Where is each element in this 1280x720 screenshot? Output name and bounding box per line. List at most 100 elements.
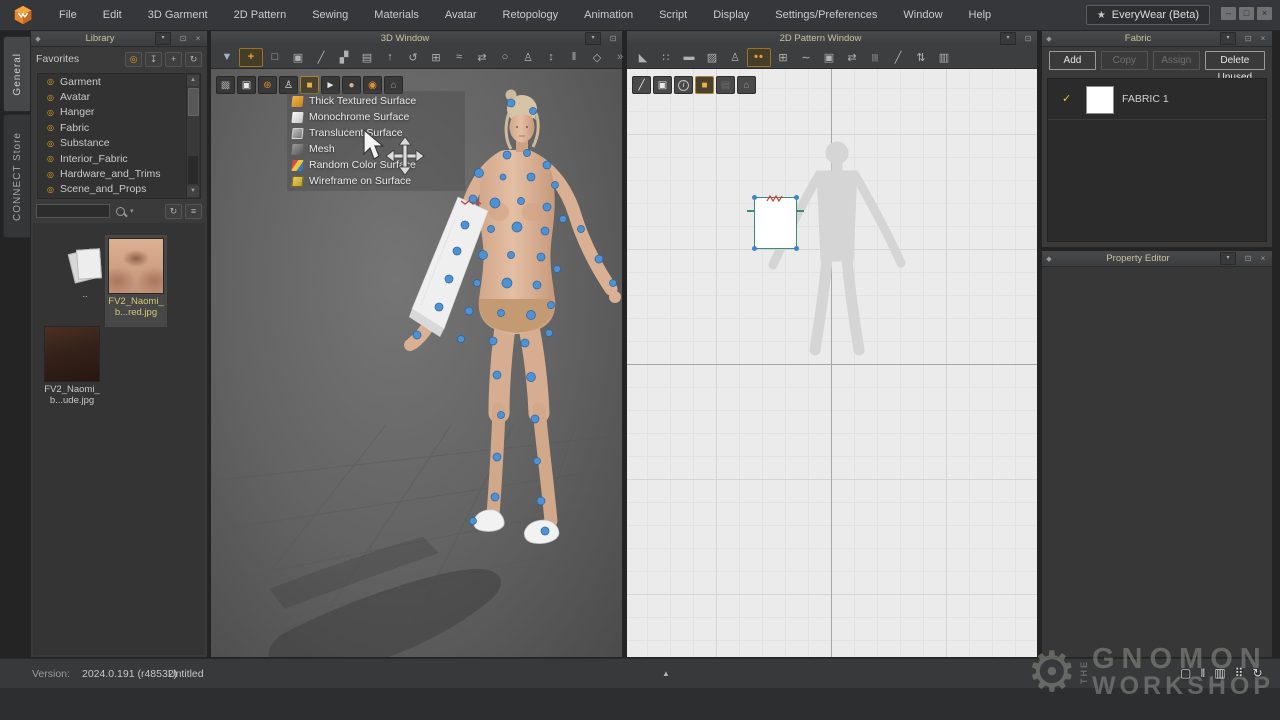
menu-item-mesh[interactable]: Mesh	[287, 141, 465, 157]
menu-item-translucent-surface[interactable]: Translucent Surface	[287, 125, 465, 141]
favorite-item-interior-fabric[interactable]: ◎Interior_Fabric	[38, 151, 200, 166]
collapse-panel-icon[interactable]: ▲	[662, 669, 670, 678]
favorite-item-substance[interactable]: ◎Substance	[38, 136, 200, 151]
favorite-item-hanger[interactable]: ◎Hanger	[38, 105, 200, 120]
select-garment-tool[interactable]: ▣	[287, 49, 309, 66]
file-item-selected[interactable]: FV2_Naomi_ b...red.jpg	[105, 235, 167, 327]
app-logo-icon[interactable]	[12, 4, 34, 26]
panel-pin-icon[interactable]: ◆	[1042, 35, 1056, 43]
file-item[interactable]: FV2_Naomi_ b...ude.jpg	[41, 323, 103, 415]
menu-materials[interactable]: Materials	[361, 0, 432, 30]
panel-pin-icon[interactable]: ◆	[1042, 255, 1056, 263]
add-favorite-icon[interactable]: +	[165, 52, 182, 67]
trace-avatar-tool[interactable]: ♙	[724, 49, 746, 66]
line-tool[interactable]: ╱	[887, 49, 909, 66]
pip-icon[interactable]: ▢	[1180, 666, 1191, 680]
menu-3d-garment[interactable]: 3D Garment	[135, 0, 221, 30]
pin-tool[interactable]: ╱	[310, 49, 332, 66]
mannequin-tool[interactable]: ♙	[517, 49, 539, 66]
pause-icon[interactable]: ‖	[1200, 666, 1205, 680]
sew-free-tool[interactable]: ▣	[818, 49, 840, 66]
image-trace-tool[interactable]: ▨	[701, 49, 723, 66]
select-move-tool[interactable]: +	[239, 48, 263, 67]
fabric-swatch[interactable]	[1086, 86, 1114, 114]
search-icon[interactable]	[116, 207, 125, 216]
pattern-mesh-2d-icon[interactable]: ▤	[716, 76, 735, 94]
steam-tool[interactable]: ○	[494, 49, 516, 66]
fabric-caret-icon[interactable]: ▾	[1220, 32, 1236, 45]
2d-window-caret-icon[interactable]: ▾	[1000, 32, 1016, 45]
copy-fabric-button[interactable]: Copy	[1101, 51, 1148, 70]
zipper-tool[interactable]: ⇅	[910, 49, 932, 66]
pattern-style-icon[interactable]: ⊛	[258, 76, 277, 94]
library-search-input[interactable]	[36, 204, 110, 218]
dark-garment-view-icon[interactable]: ▩	[216, 76, 235, 94]
library-caret-icon[interactable]: ▾	[155, 32, 171, 45]
favorite-item-avatar[interactable]: ◎Avatar	[38, 89, 200, 104]
sewing-tool[interactable]: ⇄	[471, 49, 493, 66]
favorite-item-hardware-and-trims[interactable]: ◎Hardware_and_Trims	[38, 166, 200, 181]
grid-snap-tool[interactable]: ⊞	[425, 49, 447, 66]
menu-item-random-color-surface[interactable]: Random Color Surface	[287, 157, 465, 173]
2d-viewport[interactable]: ╱ ▣ i ■ ▤ ⌂	[627, 69, 1037, 657]
pattern-corner-handle[interactable]	[794, 195, 799, 200]
maximize-button[interactable]: □	[1239, 7, 1254, 20]
menu-item-monochrome-surface[interactable]: Monochrome Surface	[287, 109, 465, 125]
panel-pin-icon[interactable]: ◆	[31, 35, 45, 43]
tack-tool[interactable]: ≈	[448, 49, 470, 66]
menu-item-thick-textured-surface[interactable]: Thick Textured Surface	[287, 93, 465, 109]
needle-tool-icon[interactable]: ╱	[632, 76, 651, 94]
scrollbar-thumb[interactable]	[188, 88, 199, 116]
tab-connect-store[interactable]: CONNECT Store	[3, 114, 30, 238]
grid-pattern-tool[interactable]: ⊞	[772, 49, 794, 66]
scale-tool[interactable]: ◇	[586, 49, 608, 66]
texture-thumbnail-red[interactable]	[108, 238, 164, 294]
pattern-piece-2d[interactable]	[754, 197, 797, 249]
property-editor-caret-icon[interactable]: ▾	[1220, 252, 1236, 265]
fabric-close-icon[interactable]: ×	[1257, 34, 1269, 43]
fabric-popout-icon[interactable]: ⊡	[1242, 34, 1254, 43]
menu-item-wireframe-on-surface[interactable]: Wireframe on Surface	[287, 173, 465, 189]
frames-icon[interactable]: ▥	[1214, 666, 1225, 680]
sew-segment-tool[interactable]: ⇄	[841, 49, 863, 66]
menu-help[interactable]: Help	[956, 0, 1005, 30]
refresh-favorites-icon[interactable]: ↻	[185, 52, 202, 67]
assign-fabric-button[interactable]: Assign	[1153, 51, 1200, 70]
scroll-down-icon[interactable]: ▼	[187, 186, 199, 197]
3d-window-popout-icon[interactable]: ⊡	[607, 34, 619, 43]
edit-texture-tool[interactable]: ••	[747, 48, 771, 67]
white-garment-view-icon[interactable]: ▣	[237, 76, 256, 94]
menu-sewing[interactable]: Sewing	[299, 0, 361, 30]
2d-window-popout-icon[interactable]: ⊡	[1022, 34, 1034, 43]
reset-arrangement-tool[interactable]: ↺	[402, 49, 424, 66]
simulate-tool[interactable]: ▼	[216, 49, 238, 66]
3d-viewport[interactable]: ▩ ▣ ⊛ ♙ ■ ► ● ◉ ⌂ Thick Textured Surface…	[211, 69, 622, 657]
close-button[interactable]: ×	[1257, 7, 1272, 20]
menu-settings-preferences[interactable]: Settings/Preferences	[762, 0, 890, 30]
scroll-up-icon[interactable]: ▲	[187, 75, 199, 86]
replay-icon[interactable]: ↻	[1252, 666, 1262, 680]
garment-view-2d-tool[interactable]: ▥	[933, 49, 955, 66]
info-display-icon[interactable]: i	[674, 76, 693, 94]
favorite-item-fabric[interactable]: ◎Fabric	[38, 120, 200, 135]
library-popout-icon[interactable]: ⊡	[177, 34, 189, 43]
render-tool[interactable]: ▤	[356, 49, 378, 66]
pleats-tool[interactable]: |||	[864, 49, 886, 66]
fabric-row[interactable]: ✓ FABRIC 1	[1048, 79, 1266, 120]
avatar-raise-tool[interactable]: ↑	[379, 49, 401, 66]
grid-dots-icon[interactable]: ⠿	[1235, 666, 1244, 680]
rectangle-pattern-tool[interactable]: ▬	[678, 49, 700, 66]
property-editor-close-icon[interactable]: ×	[1257, 254, 1269, 263]
minimize-button[interactable]: –	[1221, 7, 1236, 20]
edit-points-tool[interactable]: ∷	[655, 49, 677, 66]
refresh-files-icon[interactable]: ↻	[165, 204, 182, 219]
3d-window-caret-icon[interactable]: ▾	[585, 32, 601, 45]
arrangement-tool[interactable]: ▞	[333, 49, 355, 66]
menu-animation[interactable]: Animation	[571, 0, 646, 30]
menu-edit[interactable]: Edit	[90, 0, 135, 30]
menu-script[interactable]: Script	[646, 0, 700, 30]
favorite-item-garment[interactable]: ◎Garment	[38, 74, 200, 89]
basket-display-icon[interactable]: ⌂	[737, 76, 756, 94]
fabric-check-icon[interactable]: ✓	[1062, 92, 1071, 105]
menu-retopology[interactable]: Retopology	[490, 0, 572, 30]
